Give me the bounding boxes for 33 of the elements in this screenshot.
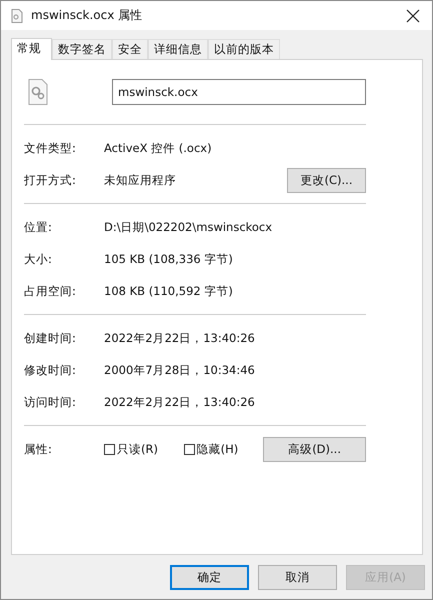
button[interactable]: 更改(C)...: [287, 168, 366, 192]
field-label: 打开方式:: [24, 172, 77, 188]
tab[interactable]: 以前的版本: [208, 39, 280, 59]
gear-file-icon: [28, 79, 48, 105]
field-label: 文件类型:: [24, 140, 77, 156]
field-value: 105 KB (108,336 字节): [104, 252, 234, 266]
file-icon: [11, 8, 23, 22]
field-value: 108 KB (110,592 字节): [104, 284, 234, 298]
field-value: 2000年7月28日，10:34:46: [104, 362, 256, 378]
dialog-button[interactable]: 取消: [258, 564, 337, 590]
field-value: 未知应用程序: [104, 172, 177, 188]
dialog-button[interactable]: 确定: [170, 564, 249, 590]
field-label: 创建时间:: [24, 330, 77, 346]
field-label: 大小:: [24, 252, 53, 266]
close-icon[interactable]: [406, 8, 420, 22]
field-label: 属性:: [24, 442, 53, 456]
tab[interactable]: 常规: [11, 38, 52, 60]
checkbox[interactable]: 只读(R): [104, 442, 184, 456]
field-label: 修改时间:: [24, 362, 77, 378]
field-value: ActiveX 控件 (.ocx): [104, 140, 213, 156]
field-label: 占用空间:: [24, 284, 77, 298]
window-title: mswinsck.ocx 属性: [31, 7, 144, 24]
field-value: 2022年2月22日，13:40:26: [104, 394, 256, 410]
tab[interactable]: 数字签名: [52, 39, 112, 59]
file-name-field[interactable]: mswinsck.ocx: [112, 79, 366, 105]
field-value: 2022年2月22日，13:40:26: [104, 330, 256, 346]
field-label: 访问时间:: [24, 394, 77, 410]
button[interactable]: 高级(D)...: [263, 436, 366, 462]
field-value: D:\日期\022202\mswinsckocx: [104, 220, 274, 234]
tab[interactable]: 详细信息: [148, 39, 208, 59]
field-label: 位置:: [24, 220, 53, 234]
checkbox[interactable]: 隐藏(H): [184, 442, 264, 456]
tab[interactable]: 安全: [112, 39, 148, 59]
